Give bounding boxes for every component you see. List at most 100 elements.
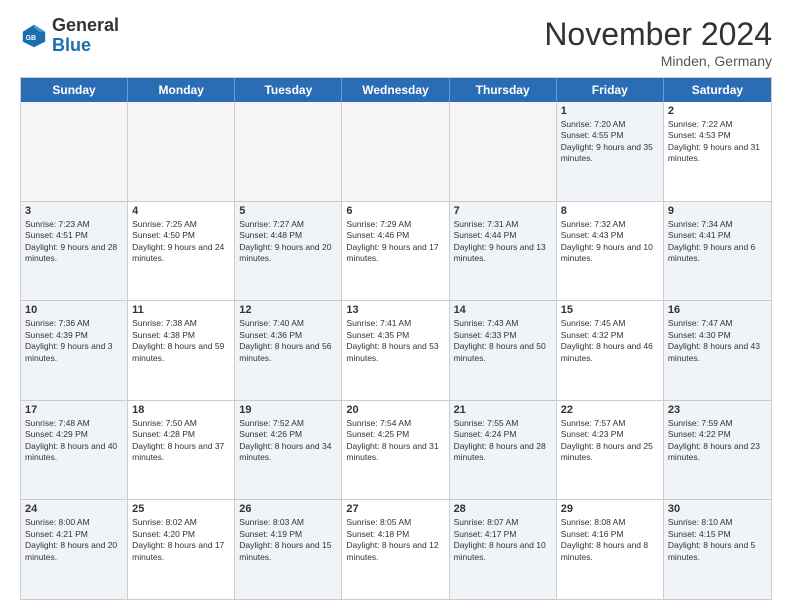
calendar-cell: 13 Sunrise: 7:41 AM Sunset: 4:35 PM Dayli… (342, 301, 449, 400)
day-number: 10 (25, 304, 123, 316)
day-number: 25 (132, 503, 230, 515)
calendar-cell: 9Sunrise: 7:34 AM Sunset: 4:41 PM Daylig… (664, 202, 771, 301)
calendar-cell: 20 Sunrise: 7:54 AM Sunset: 4:25 PM Dayli… (342, 401, 449, 500)
logo-text: General Blue (52, 16, 119, 56)
calendar-cell: 11 Sunrise: 7:38 AM Sunset: 4:38 PM Dayli… (128, 301, 235, 400)
day-number: 26 (239, 503, 337, 515)
title-block: November 2024 Minden, Germany (544, 16, 772, 69)
calendar-cell: 8 Sunrise: 7:32 AM Sunset: 4:43 PM Daylig… (557, 202, 664, 301)
day-info: Sunrise: 7:40 AM Sunset: 4:36 PM Dayligh… (239, 318, 337, 364)
calendar: SundayMondayTuesdayWednesdayThursdayFrid… (20, 77, 772, 600)
calendar-cell: 14 Sunrise: 7:43 AM Sunset: 4:33 PM Dayli… (450, 301, 557, 400)
day-number: 15 (561, 304, 659, 316)
calendar-cell: 22Sunrise: 7:57 AM Sunset: 4:23 PM Dayli… (557, 401, 664, 500)
day-info: Sunrise: 7:47 AM Sunset: 4:30 PM Dayligh… (668, 318, 767, 364)
day-info: Sunrise: 7:23 AM Sunset: 4:51 PM Dayligh… (25, 219, 123, 265)
calendar-row-1: 3 Sunrise: 7:23 AM Sunset: 4:51 PM Daylig… (21, 202, 771, 302)
header-day-sunday: Sunday (21, 78, 128, 102)
logo-icon: GB (20, 22, 48, 50)
calendar-row-2: 10Sunrise: 7:36 AM Sunset: 4:39 PM Dayli… (21, 301, 771, 401)
day-info: Sunrise: 8:03 AM Sunset: 4:19 PM Dayligh… (239, 517, 337, 563)
calendar-cell: 27Sunrise: 8:05 AM Sunset: 4:18 PM Dayli… (342, 500, 449, 599)
day-number: 6 (346, 205, 444, 217)
calendar-cell: 1 Sunrise: 7:20 AM Sunset: 4:55 PM Daylig… (557, 102, 664, 201)
day-info: Sunrise: 8:10 AM Sunset: 4:15 PM Dayligh… (668, 517, 767, 563)
calendar-cell: 30Sunrise: 8:10 AM Sunset: 4:15 PM Dayli… (664, 500, 771, 599)
day-number: 8 (561, 205, 659, 217)
day-info: Sunrise: 7:45 AM Sunset: 4:32 PM Dayligh… (561, 318, 659, 364)
day-number: 1 (561, 105, 659, 117)
day-info: Sunrise: 7:59 AM Sunset: 4:22 PM Dayligh… (668, 418, 767, 464)
calendar-cell: 10Sunrise: 7:36 AM Sunset: 4:39 PM Dayli… (21, 301, 128, 400)
calendar-cell: 15 Sunrise: 7:45 AM Sunset: 4:32 PM Dayli… (557, 301, 664, 400)
header: GB General Blue November 2024 Minden, Ge… (20, 16, 772, 69)
svg-text:GB: GB (26, 35, 36, 42)
calendar-header: SundayMondayTuesdayWednesdayThursdayFrid… (21, 78, 771, 102)
day-info: Sunrise: 8:02 AM Sunset: 4:20 PM Dayligh… (132, 517, 230, 563)
calendar-cell: 5 Sunrise: 7:27 AM Sunset: 4:48 PM Daylig… (235, 202, 342, 301)
day-info: Sunrise: 7:29 AM Sunset: 4:46 PM Dayligh… (346, 219, 444, 265)
day-info: Sunrise: 7:55 AM Sunset: 4:24 PM Dayligh… (454, 418, 552, 464)
calendar-row-3: 17Sunrise: 7:48 AM Sunset: 4:29 PM Dayli… (21, 401, 771, 501)
day-number: 18 (132, 404, 230, 416)
header-day-saturday: Saturday (664, 78, 771, 102)
day-info: Sunrise: 7:57 AM Sunset: 4:23 PM Dayligh… (561, 418, 659, 464)
day-info: Sunrise: 7:48 AM Sunset: 4:29 PM Dayligh… (25, 418, 123, 464)
day-info: Sunrise: 7:31 AM Sunset: 4:44 PM Dayligh… (454, 219, 552, 265)
day-info: Sunrise: 7:43 AM Sunset: 4:33 PM Dayligh… (454, 318, 552, 364)
day-number: 13 (346, 304, 444, 316)
day-number: 14 (454, 304, 552, 316)
day-number: 11 (132, 304, 230, 316)
day-info: Sunrise: 8:07 AM Sunset: 4:17 PM Dayligh… (454, 517, 552, 563)
calendar-cell: 26 Sunrise: 8:03 AM Sunset: 4:19 PM Dayli… (235, 500, 342, 599)
calendar-cell: 3 Sunrise: 7:23 AM Sunset: 4:51 PM Daylig… (21, 202, 128, 301)
day-number: 7 (454, 205, 552, 217)
calendar-cell (21, 102, 128, 201)
calendar-cell: 4 Sunrise: 7:25 AM Sunset: 4:50 PM Daylig… (128, 202, 235, 301)
day-info: Sunrise: 7:52 AM Sunset: 4:26 PM Dayligh… (239, 418, 337, 464)
day-number: 3 (25, 205, 123, 217)
day-info: Sunrise: 7:41 AM Sunset: 4:35 PM Dayligh… (346, 318, 444, 364)
calendar-row-4: 24Sunrise: 8:00 AM Sunset: 4:21 PM Dayli… (21, 500, 771, 599)
day-number: 4 (132, 205, 230, 217)
day-info: Sunrise: 7:54 AM Sunset: 4:25 PM Dayligh… (346, 418, 444, 464)
calendar-row-0: 1 Sunrise: 7:20 AM Sunset: 4:55 PM Daylig… (21, 102, 771, 202)
day-number: 16 (668, 304, 767, 316)
calendar-cell: 6 Sunrise: 7:29 AM Sunset: 4:46 PM Daylig… (342, 202, 449, 301)
day-number: 2 (668, 105, 767, 117)
calendar-cell: 18Sunrise: 7:50 AM Sunset: 4:28 PM Dayli… (128, 401, 235, 500)
day-number: 20 (346, 404, 444, 416)
calendar-cell: 21Sunrise: 7:55 AM Sunset: 4:24 PM Dayli… (450, 401, 557, 500)
calendar-body: 1 Sunrise: 7:20 AM Sunset: 4:55 PM Daylig… (21, 102, 771, 599)
header-day-thursday: Thursday (450, 78, 557, 102)
month-title: November 2024 (544, 16, 772, 53)
day-number: 9 (668, 205, 767, 217)
day-info: Sunrise: 7:25 AM Sunset: 4:50 PM Dayligh… (132, 219, 230, 265)
day-info: Sunrise: 7:22 AM Sunset: 4:53 PM Dayligh… (668, 119, 767, 165)
logo-general-text: General (52, 15, 119, 35)
day-info: Sunrise: 7:32 AM Sunset: 4:43 PM Dayligh… (561, 219, 659, 265)
calendar-cell: 24Sunrise: 8:00 AM Sunset: 4:21 PM Dayli… (21, 500, 128, 599)
location-subtitle: Minden, Germany (544, 53, 772, 69)
day-number: 12 (239, 304, 337, 316)
page: GB General Blue November 2024 Minden, Ge… (0, 0, 792, 612)
calendar-cell (342, 102, 449, 201)
calendar-cell: 28Sunrise: 8:07 AM Sunset: 4:17 PM Dayli… (450, 500, 557, 599)
logo: GB General Blue (20, 16, 119, 56)
day-number: 29 (561, 503, 659, 515)
calendar-cell: 29 Sunrise: 8:08 AM Sunset: 4:16 PM Dayli… (557, 500, 664, 599)
day-info: Sunrise: 8:08 AM Sunset: 4:16 PM Dayligh… (561, 517, 659, 563)
header-day-monday: Monday (128, 78, 235, 102)
calendar-cell: 7 Sunrise: 7:31 AM Sunset: 4:44 PM Daylig… (450, 202, 557, 301)
day-number: 5 (239, 205, 337, 217)
day-info: Sunrise: 7:38 AM Sunset: 4:38 PM Dayligh… (132, 318, 230, 364)
calendar-cell (235, 102, 342, 201)
calendar-cell: 2 Sunrise: 7:22 AM Sunset: 4:53 PM Daylig… (664, 102, 771, 201)
day-info: Sunrise: 7:20 AM Sunset: 4:55 PM Dayligh… (561, 119, 659, 165)
day-info: Sunrise: 7:27 AM Sunset: 4:48 PM Dayligh… (239, 219, 337, 265)
header-day-friday: Friday (557, 78, 664, 102)
day-number: 19 (239, 404, 337, 416)
day-info: Sunrise: 8:05 AM Sunset: 4:18 PM Dayligh… (346, 517, 444, 563)
calendar-cell: 25 Sunrise: 8:02 AM Sunset: 4:20 PM Dayli… (128, 500, 235, 599)
day-info: Sunrise: 8:00 AM Sunset: 4:21 PM Dayligh… (25, 517, 123, 563)
